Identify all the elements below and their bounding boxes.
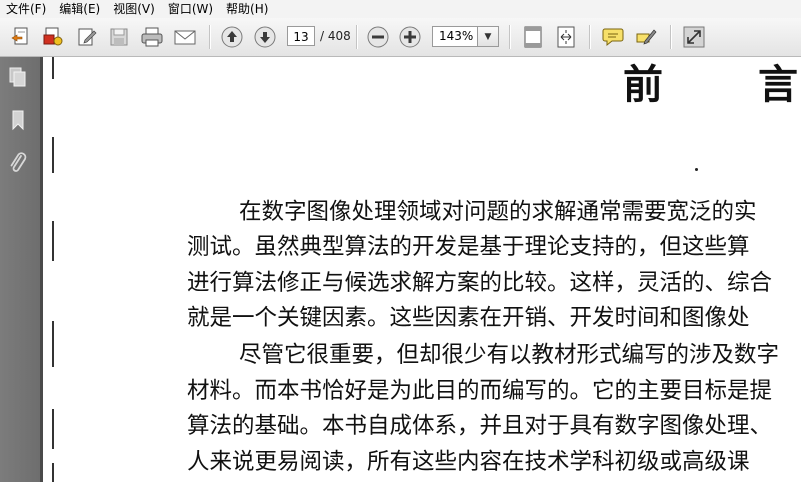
zoom-out-icon[interactable] (365, 24, 391, 50)
page-total: / 408 (320, 29, 351, 43)
paragraph-line: 就是一个关键因素。这些因素在开销、开发时间和图像处 (187, 305, 750, 331)
navigation-panel (0, 57, 40, 482)
document-view[interactable]: 前 言 在数字图像处理领域对问题的求解通常需要宽泛的实 测试。虽然典型算法的开发… (43, 57, 801, 482)
previous-page-icon[interactable] (219, 24, 245, 50)
page-dot (695, 168, 698, 171)
heading-char-1: 前 (623, 61, 663, 108)
email-icon[interactable] (172, 24, 198, 50)
expand-icon[interactable] (681, 24, 707, 50)
edit-document-icon[interactable] (74, 24, 100, 50)
paragraph-line: 人来说更易阅读，所有这些内容在技术学科初级或高级课 (187, 449, 750, 475)
zoom-level-input[interactable]: 143% (432, 26, 478, 47)
next-page-icon[interactable] (252, 24, 278, 50)
menu-view[interactable]: 视图(V) (107, 0, 162, 18)
toolbar: 13 / 408 143% ▼ (0, 18, 801, 57)
attachments-paperclip-icon[interactable] (7, 152, 29, 174)
print-icon[interactable] (139, 24, 165, 50)
comment-icon[interactable] (600, 24, 626, 50)
toolbar-separator (356, 25, 358, 49)
save-icon[interactable] (106, 24, 132, 50)
menu-help[interactable]: 帮助(H) (220, 0, 275, 18)
bookmarks-panel-icon[interactable] (7, 109, 29, 131)
zoom-dropdown-icon[interactable]: ▼ (478, 26, 499, 47)
toolbar-separator (209, 25, 211, 49)
paragraph-line: 进行算法修正与候选求解方案的比较。这样，灵活的、综合 (187, 270, 773, 296)
fit-page-icon[interactable] (520, 24, 546, 50)
menu-window[interactable]: 窗口(W) (162, 0, 220, 18)
paragraph-line: 测试。虽然典型算法的开发是基于理论支持的，但这些算 (187, 234, 750, 260)
toolbar-separator (589, 25, 591, 49)
toolbar-separator (509, 25, 511, 49)
toolbar-separator (670, 25, 672, 49)
highlight-text-icon[interactable] (634, 24, 660, 50)
pdf-package-icon[interactable] (40, 24, 66, 50)
paragraph-line: 在数字图像处理领域对问题的求解通常需要宽泛的实 (239, 199, 757, 225)
heading-char-2: 言 (758, 61, 798, 108)
page-edge-marks (52, 57, 54, 482)
menu-edit[interactable]: 编辑(E) (53, 0, 107, 18)
menu-file[interactable]: 文件(F) (0, 0, 53, 18)
paragraph-line: 尽管它很重要，但却很少有以教材形式编写的涉及数字 (239, 342, 780, 368)
pages-panel-icon[interactable] (7, 66, 29, 88)
zoom-in-icon[interactable] (397, 24, 423, 50)
page-number-input[interactable]: 13 (287, 26, 315, 46)
create-pdf-icon[interactable] (8, 24, 34, 50)
paragraph-line: 材料。而本书恰好是为此目的而编写的。它的主要目标是提 (187, 378, 773, 404)
paragraph-line: 算法的基础。本书自成体系，并且对于具有数字图像处理、 (187, 413, 773, 439)
fit-width-icon[interactable] (553, 24, 579, 50)
menu-bar: 文件(F) 编辑(E) 视图(V) 窗口(W) 帮助(H) (0, 0, 801, 18)
